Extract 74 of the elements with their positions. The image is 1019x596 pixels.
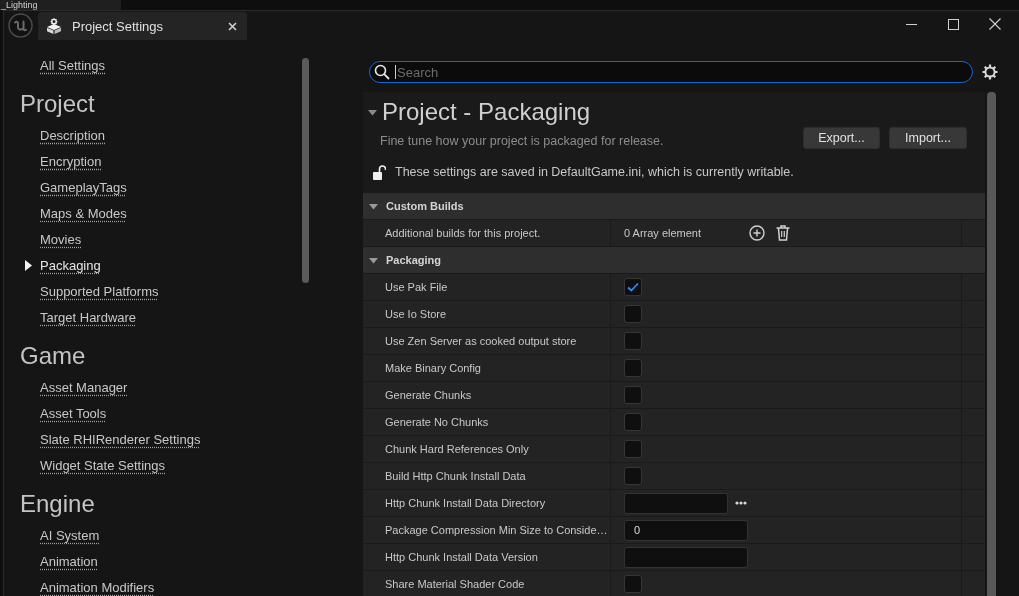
project-settings-tab[interactable]: Project Settings <box>38 12 247 40</box>
triangle-icon[interactable] <box>369 255 378 265</box>
input-field[interactable]: 0 <box>624 519 748 541</box>
logo-icon[interactable] <box>8 13 33 38</box>
section-heading: Engine <box>19 489 96 519</box>
category-header[interactable]: Custom Builds <box>363 193 985 220</box>
close-icon[interactable] <box>989 18 1001 30</box>
sidebar-link[interactable]: Maps & Modes <box>40 205 127 221</box>
property-label: Http Chunk Install Data Version <box>385 551 538 563</box>
property-label: Share Material Shader Code <box>385 578 525 590</box>
details-title: Project - Packaging <box>382 98 591 126</box>
sidebar-link[interactable]: Supported Platforms <box>40 283 159 299</box>
input-field[interactable] <box>624 546 748 568</box>
property-label: Use Io Store <box>385 308 447 320</box>
checkbox[interactable] <box>624 278 642 296</box>
array-count: 0 Array element <box>624 227 703 239</box>
unlocked-padlock-icon <box>373 164 386 180</box>
maximize-icon[interactable] <box>947 18 959 30</box>
property-label: Use Pak File <box>385 281 448 293</box>
property-label: Additional builds for this project. <box>385 227 541 239</box>
add-circle-icon[interactable] <box>749 225 765 241</box>
section-heading: Game <box>19 341 87 371</box>
sidebar-link[interactable]: Animation <box>40 553 98 569</box>
settings-icon[interactable] <box>982 64 998 80</box>
property-label: Build Http Chunk Install Data <box>385 470 526 482</box>
ellipsis-icon[interactable] <box>735 501 747 505</box>
sidebar-link[interactable]: Asset Tools <box>40 405 107 421</box>
sidebar-link[interactable]: AI System <box>40 527 100 543</box>
property-label: Generate No Chunks <box>385 416 489 428</box>
search-icon <box>374 64 390 80</box>
header-button[interactable]: Export... <box>803 127 880 149</box>
sidebar-link[interactable]: Packaging <box>40 257 101 273</box>
property-label: Package Compression Min Size to Conside… <box>385 524 608 536</box>
minimize-icon[interactable] <box>905 23 917 25</box>
details-description: Fine tune how your project is packaged for release. <box>380 134 665 148</box>
checkmark-icon <box>627 282 639 292</box>
property-label: Http Chunk Install Data Directory <box>385 497 546 509</box>
trash-icon[interactable] <box>776 225 790 241</box>
checkbox[interactable] <box>624 467 642 485</box>
background-tab-title[interactable]: _Lighting <box>0 0 121 10</box>
checkbox[interactable] <box>624 386 642 404</box>
config-file-note: These settings are saved in DefaultGame.ini, which is currently writable. <box>395 165 794 179</box>
checkbox[interactable] <box>624 575 642 593</box>
property-label: Use Zen Server as cooked output store <box>385 335 577 347</box>
text-cursor-icon <box>395 65 396 79</box>
sidebar-link[interactable]: Movies <box>40 231 82 247</box>
section-heading: Project <box>19 89 96 119</box>
header-button[interactable]: Import... <box>889 127 967 149</box>
category-header[interactable]: Packaging <box>363 247 985 274</box>
triangle-icon[interactable] <box>368 107 377 117</box>
search-field[interactable]: Search <box>369 61 973 83</box>
sidebar-link[interactable]: Encryption <box>40 153 102 169</box>
property-label: Chunk Hard References Only <box>385 443 529 455</box>
checkbox[interactable] <box>624 359 642 377</box>
checkbox[interactable] <box>624 332 642 350</box>
sidebar-link[interactable]: Asset Manager <box>40 379 128 395</box>
scrollbar-thumb[interactable] <box>987 92 996 596</box>
cube-gear-icon <box>46 18 62 34</box>
scrollbar-thumb[interactable] <box>302 58 309 283</box>
property-label: Generate Chunks <box>385 389 472 401</box>
checkbox[interactable] <box>624 305 642 323</box>
checkbox[interactable] <box>624 440 642 458</box>
sidebar-link[interactable]: Slate RHIRenderer Settings <box>40 431 201 447</box>
triangle-icon[interactable] <box>369 201 378 211</box>
checkbox[interactable] <box>624 413 642 431</box>
sidebar-link[interactable]: GameplayTags <box>40 179 127 195</box>
all-settings-link[interactable]: All Settings <box>40 57 106 73</box>
close-icon[interactable] <box>228 21 237 31</box>
sidebar-link[interactable]: Animation Modifiers <box>40 579 155 595</box>
sidebar-link[interactable]: Widget State Settings <box>40 457 165 473</box>
sidebar-link[interactable]: Description <box>40 127 106 143</box>
sidebar-link[interactable]: Target Hardware <box>40 309 137 325</box>
input-field[interactable] <box>624 492 728 514</box>
property-label: Make Binary Config <box>385 362 481 374</box>
